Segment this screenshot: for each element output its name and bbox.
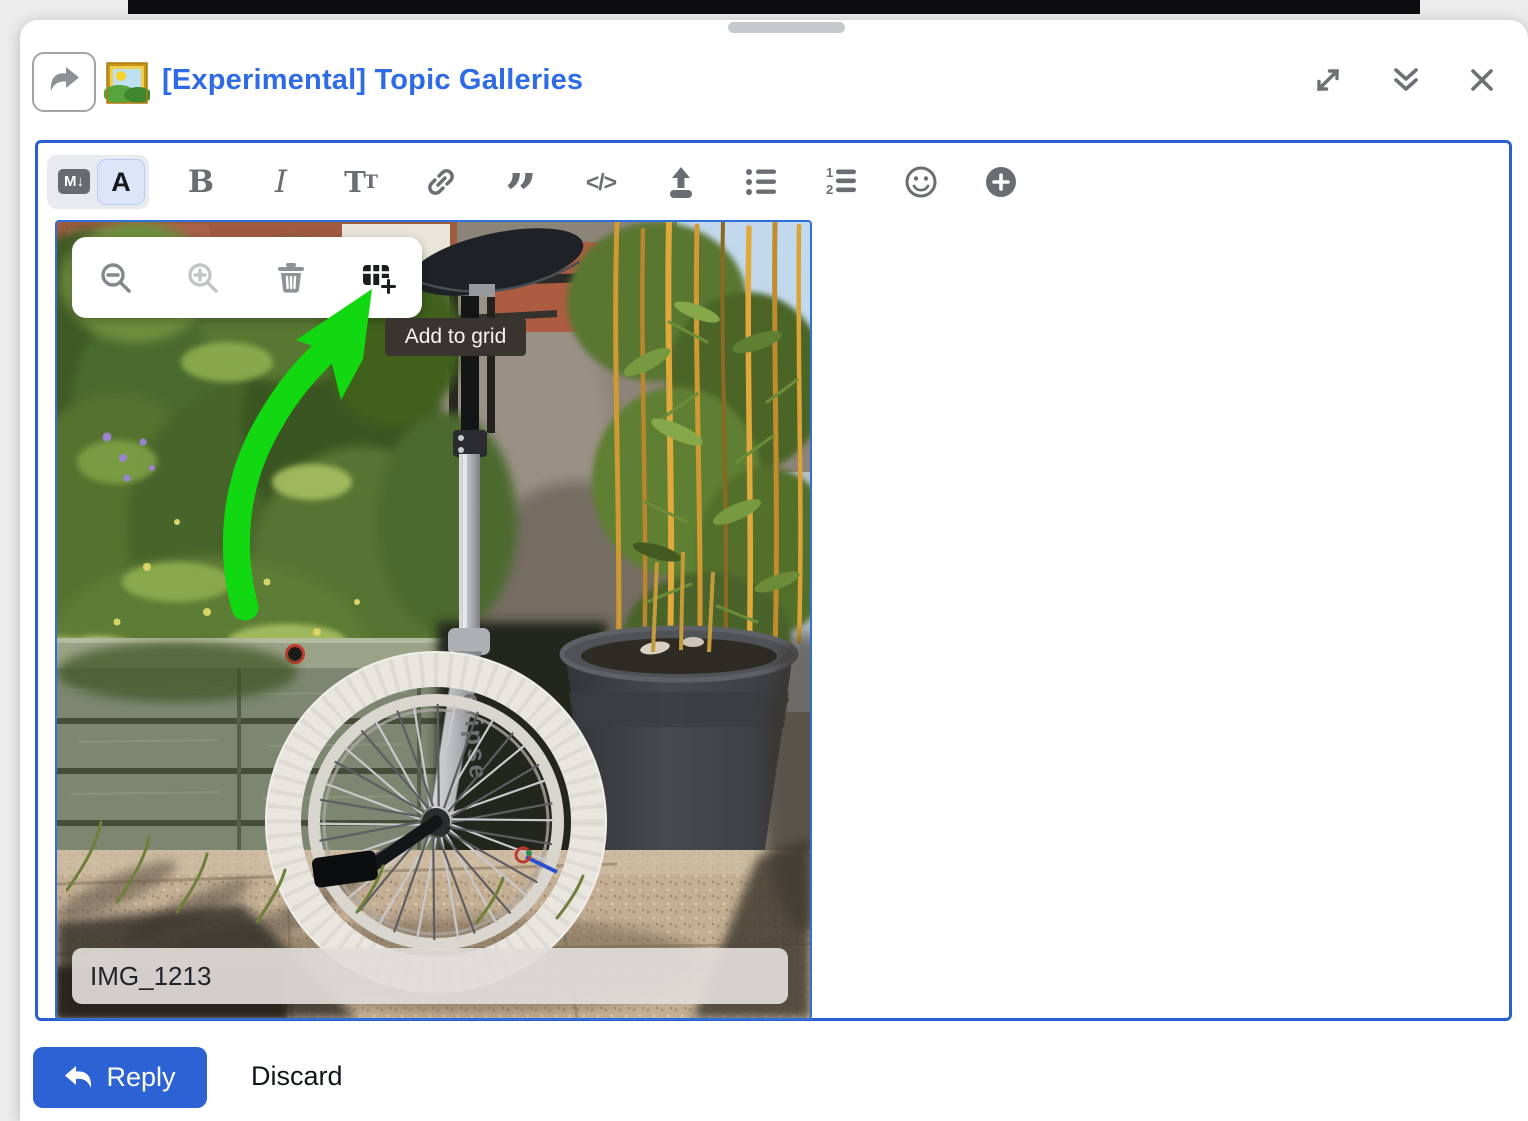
topic-title-link[interactable]: [Experimental] Topic Galleries [162, 64, 583, 97]
quote-button[interactable]: ” [497, 171, 545, 219]
image-caption-input[interactable]: IMG_1213 [72, 948, 788, 1004]
ordered-list-icon: 1 2 [822, 163, 860, 201]
expand-icon [1310, 62, 1346, 98]
image-delete-button[interactable] [269, 256, 313, 300]
image-scale-up-button[interactable] [181, 256, 225, 300]
image-add-to-grid-button[interactable] [356, 256, 400, 300]
bullet-list-icon [742, 163, 780, 201]
grid-plus-icon [359, 259, 397, 297]
collapse-button[interactable] [1384, 58, 1428, 102]
reply-button[interactable]: Reply [33, 1047, 207, 1108]
double-chevron-down-icon [1388, 62, 1424, 98]
italic-button[interactable]: I [257, 158, 305, 206]
close-button[interactable] [1460, 58, 1504, 102]
composer-resize-handle[interactable] [728, 22, 845, 33]
expand-button[interactable] [1306, 58, 1350, 102]
rich-text-icon: A [111, 167, 131, 198]
zoom-out-icon [98, 260, 134, 296]
editor-mode-toggle: M↓ A [47, 155, 149, 209]
share-button[interactable] [32, 52, 96, 112]
reply-arrow-icon [64, 1065, 94, 1091]
image-edit-toolbar [72, 237, 422, 318]
code-button[interactable]: </> [577, 158, 625, 206]
trash-icon [273, 260, 309, 296]
image-scale-down-button[interactable] [94, 256, 138, 300]
markdown-icon: M↓ [58, 169, 90, 194]
bold-button[interactable]: B [177, 158, 225, 206]
framed-picture-icon [104, 60, 150, 106]
plus-circle-icon [981, 162, 1021, 202]
background-page-strip [128, 0, 1420, 14]
emoji-icon [902, 163, 940, 201]
zoom-in-icon [185, 260, 221, 296]
text-size-button[interactable]: TT [337, 158, 385, 206]
rich-text-mode-button[interactable]: A [97, 159, 145, 205]
upload-icon [662, 163, 700, 201]
discard-button[interactable]: Discard [245, 1060, 349, 1093]
link-button[interactable] [417, 158, 465, 206]
composer-window: [Experimental] Topic Galleries M↓ A B I … [0, 0, 1528, 1121]
markdown-mode-button[interactable]: M↓ [51, 159, 97, 203]
add-to-grid-tooltip: Add to grid [385, 318, 526, 356]
forward-arrow-icon [47, 65, 81, 100]
emoji-button[interactable] [897, 158, 945, 206]
bullet-list-button[interactable] [737, 158, 785, 206]
composer-toolbar: M↓ A B I TT ” </> 1 2 [47, 152, 1057, 212]
ordered-list-button[interactable]: 1 2 [817, 158, 865, 206]
svg-text:2: 2 [826, 182, 833, 197]
more-options-button[interactable] [977, 158, 1025, 206]
close-icon [1465, 63, 1499, 97]
svg-text:1: 1 [826, 165, 833, 180]
upload-button[interactable] [657, 158, 705, 206]
link-icon [422, 163, 460, 201]
uploaded-image-preview[interactable]: Eclipse [57, 222, 810, 1018]
image-caption-text: IMG_1213 [90, 961, 211, 992]
